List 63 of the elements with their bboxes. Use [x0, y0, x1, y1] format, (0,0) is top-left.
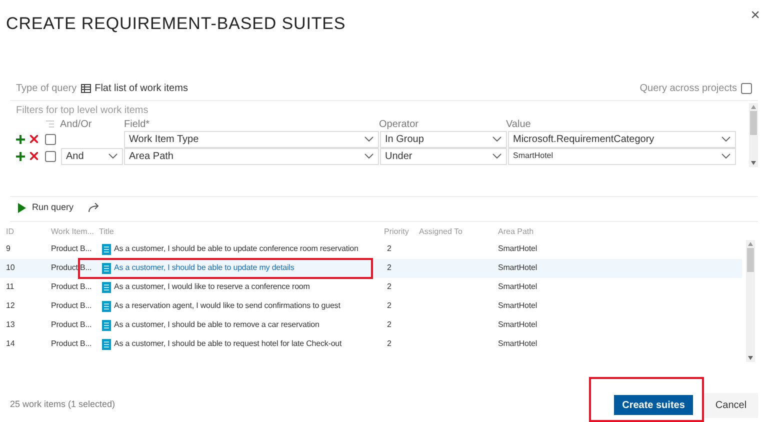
title-link[interactable]: As a customer, I should be able to update my details	[114, 262, 294, 274]
close-button[interactable]: ×	[750, 8, 760, 24]
column-header: Operator	[379, 118, 420, 132]
run-query-button[interactable]: Run query	[18, 201, 74, 215]
table-row[interactable]: 11 Product B... As a customer, I would like to reserve a conference room 2 SmartHotel	[0, 278, 742, 296]
create-suites-button[interactable]: Create suites	[614, 395, 693, 415]
table-row[interactable]: 9 Product B... As a customer, I should be able to update conference room reservation 2 SmartHotel	[0, 240, 742, 258]
area-path-cell: SmartHotel	[498, 281, 538, 293]
column-header: Assigned To	[419, 226, 464, 238]
query-across-projects-label: Query across projects	[640, 82, 737, 96]
dropdown[interactable]: SmartHotel	[508, 148, 736, 164]
type-cell-text: Product B...	[51, 300, 93, 312]
query-type-dropdown[interactable]: Flat list of work items	[94, 81, 188, 96]
column-header: Value	[506, 118, 531, 132]
column-header: Work Item...	[51, 226, 95, 238]
query-type-label: Type of query	[16, 82, 77, 96]
dropdown[interactable]: Area Path	[124, 148, 379, 164]
type-cell-text: Product B...	[51, 338, 93, 350]
id-cell-text: 10	[5, 262, 16, 274]
title-link[interactable]: As a customer, I would like to reserve a conference room	[114, 281, 310, 293]
area-path-cell: SmartHotel	[498, 319, 538, 331]
priority-cell-text: 2	[386, 243, 392, 255]
title-link[interactable]: As a reservation agent, I would like to send confirmations to guest	[114, 300, 340, 312]
dropdown[interactable]: Work Item Type	[124, 130, 379, 148]
dropdown[interactable]: Microsoft.RequirementCategory	[508, 130, 736, 148]
cancel-button[interactable]: Cancel	[704, 392, 758, 418]
table-row[interactable]: 13 Product B... As a customer, I should be able to remove a car reservation 2 SmartHotel	[0, 316, 742, 334]
table-row[interactable]: 10 Product B... As a customer, I should be able to update my details 2 SmartHotel	[0, 258, 742, 278]
filters-caption: Filters for top level work items	[16, 104, 150, 118]
title-link[interactable]: As a customer, I should be able to update conference room reservation	[114, 243, 358, 255]
priority-cell-text: 2	[386, 300, 392, 312]
area-path-cell: SmartHotel	[498, 243, 538, 255]
column-header: ID	[5, 226, 15, 238]
column-header: Area Path	[498, 226, 534, 238]
dropdown[interactable]: In Group	[380, 130, 507, 148]
window-title: CREATE REQUIREMENT-BASED SUITES	[6, 13, 346, 35]
id-cell-text: 12	[5, 300, 16, 312]
type-cell-text: Product B...	[51, 281, 93, 293]
type-cell-text: Product B...	[51, 319, 93, 331]
dropdown[interactable]: Under	[380, 148, 507, 164]
id-cell-text: 11	[5, 281, 16, 293]
type-cell-text: Product B...	[51, 243, 93, 255]
dropdown[interactable]: And	[61, 148, 123, 164]
priority-cell-text: 2	[386, 281, 392, 293]
area-path-cell: SmartHotel	[498, 262, 538, 274]
table-row[interactable]: 14 Product B... As a customer, I should be able to request hotel for late Check-out 2 SmartHotel	[0, 334, 742, 354]
table-row[interactable]: 12 Product B... As a reservation agent, I would like to send confirmations to guest 2 SmartHotel	[0, 296, 742, 316]
status-text: 25 work items (1 selected)	[10, 398, 116, 412]
column-header: Title	[99, 226, 115, 238]
priority-cell-text: 2	[386, 262, 392, 274]
column-header: Priority	[384, 226, 410, 238]
area-path-cell: SmartHotel	[498, 338, 538, 350]
column-header: And/Or	[60, 118, 93, 132]
title-link[interactable]: As a customer, I should be able to remove a car reservation	[114, 319, 320, 331]
id-cell-text: 9	[5, 243, 12, 255]
priority-cell-text: 2	[386, 319, 392, 331]
column-header: Field*	[124, 118, 151, 132]
id-cell-text: 13	[5, 319, 16, 331]
id-cell-text: 14	[5, 338, 16, 350]
title-link[interactable]: As a customer, I should be able to request hotel for late Check-out	[114, 338, 342, 350]
type-cell-text: Product B...	[51, 262, 93, 274]
priority-cell-text: 2	[386, 338, 392, 350]
area-path-cell: SmartHotel	[498, 300, 538, 312]
